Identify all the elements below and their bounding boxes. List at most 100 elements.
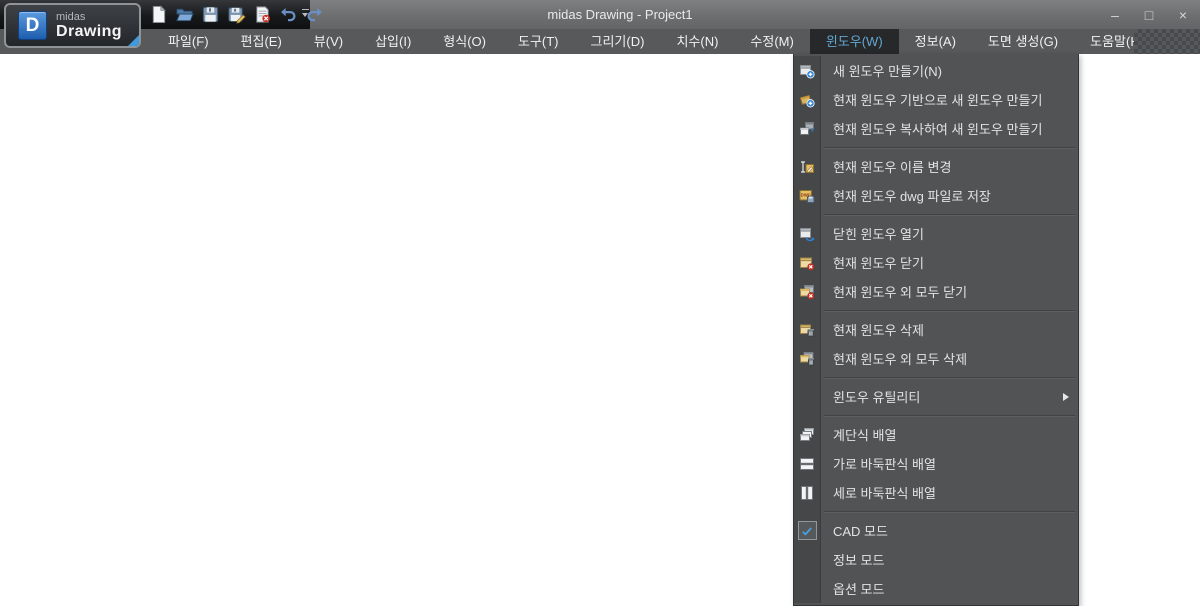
menu-bar-item[interactable]: 삽입(I) <box>359 29 427 54</box>
dropdown-menu-item[interactable]: 닫힌 윈도우 열기 <box>794 219 1078 248</box>
dropdown-item-label: CAD 모드 <box>833 524 888 539</box>
new-window-icon <box>799 63 815 79</box>
app-logo[interactable]: D midas Drawing <box>4 3 141 48</box>
dropdown-menu-item[interactable]: 현재 윈도우 외 모두 삭제 <box>794 344 1078 373</box>
dropdown-menu-item[interactable]: 현재 윈도우 이름 변경 <box>794 152 1078 181</box>
close-button[interactable]: × <box>1174 4 1192 26</box>
dropdown-icon-gutter <box>794 85 821 114</box>
open-folder-icon <box>175 5 194 24</box>
dropdown-icon-gutter <box>794 143 821 152</box>
grip-pattern <box>1134 29 1200 54</box>
new-file-button[interactable] <box>147 3 170 26</box>
dropdown-menu-item[interactable]: 현재 윈도우 닫기 <box>794 248 1078 277</box>
dropdown-menu-item[interactable]: 가로 바둑판식 배열 <box>794 449 1078 478</box>
close-document-button[interactable] <box>251 3 274 26</box>
maximize-button[interactable]: □ <box>1140 4 1158 26</box>
dropdown-item-label: 가로 바둑판식 배열 <box>833 457 936 472</box>
menu-separator <box>794 373 1078 382</box>
menu-separator <box>794 143 1078 152</box>
dropdown-item-label: 옵션 모드 <box>833 582 885 597</box>
dropdown-icon-gutter <box>794 574 821 603</box>
midas-d-logo-icon: D <box>18 11 47 40</box>
dropdown-menu-item[interactable]: CAD 모드 <box>794 516 1078 545</box>
brand-drawing: Drawing <box>56 23 122 40</box>
menu-separator <box>794 210 1078 219</box>
menu-bar-item[interactable]: 도면 생성(G) <box>972 29 1074 54</box>
dropdown-item-label: 닫힌 윈도우 열기 <box>833 227 924 242</box>
dropdown-menu-item[interactable]: 현재 윈도우 외 모두 닫기 <box>794 277 1078 306</box>
menu-bar-item[interactable]: 도구(T) <box>502 29 575 54</box>
dropdown-icon-gutter <box>794 306 821 315</box>
dropdown-menu-item[interactable]: 옵션 모드 <box>794 574 1078 603</box>
dropdown-item-label: 세로 바둑판식 배열 <box>833 486 936 501</box>
open-file-button[interactable] <box>173 3 196 26</box>
dropdown-icon-gutter <box>794 248 821 277</box>
menu-bar-item[interactable]: 편집(E) <box>225 29 298 54</box>
save-dwg-icon: DWG <box>799 188 815 204</box>
menu-separator <box>794 507 1078 516</box>
delete-other-windows-icon <box>799 351 815 367</box>
window-controls: – □ × <box>1106 0 1192 30</box>
dropdown-icon-gutter <box>794 516 821 545</box>
dropdown-icon-gutter <box>794 420 821 449</box>
menu-bar-item[interactable]: 형식(O) <box>427 29 502 54</box>
new-file-icon <box>149 5 168 24</box>
dropdown-item-label: 현재 윈도우 삭제 <box>833 323 924 338</box>
dropdown-item-label: 새 윈도우 만들기(N) <box>833 64 942 79</box>
rename-window-icon <box>799 159 815 175</box>
dropdown-menu-item[interactable]: 계단식 배열 <box>794 420 1078 449</box>
dropdown-icon-gutter <box>794 545 821 574</box>
dropdown-item-label: 현재 윈도우 기반으로 새 윈도우 만들기 <box>833 93 1043 108</box>
dropdown-icon-gutter <box>794 56 821 85</box>
toolbar-overflow-button[interactable] <box>301 9 310 21</box>
dropdown-icon-gutter <box>794 219 821 248</box>
dropdown-menu-item[interactable]: 세로 바둑판식 배열 <box>794 478 1078 507</box>
dropdown-menu-item[interactable]: 현재 윈도우 기반으로 새 윈도우 만들기 <box>794 85 1078 114</box>
dropdown-icon-gutter <box>794 507 821 516</box>
separator-line <box>821 411 1078 420</box>
dropdown-icon-gutter <box>794 449 821 478</box>
menu-bar-item[interactable]: 윈도우(W) <box>809 29 899 54</box>
minimize-button[interactable]: – <box>1106 4 1124 26</box>
dropdown-menu-item[interactable]: 현재 윈도우 삭제 <box>794 315 1078 344</box>
undo-button[interactable] <box>277 3 300 26</box>
save-as-button[interactable] <box>225 3 248 26</box>
close-doc-icon <box>253 5 272 24</box>
save-as-icon <box>227 5 246 24</box>
dropdown-icon-gutter <box>794 382 821 411</box>
dropdown-item-label: 현재 윈도우 닫기 <box>833 256 924 271</box>
copy-window-icon <box>799 121 815 137</box>
dropdown-icon-gutter <box>794 114 821 143</box>
dropdown-item-label: 현재 윈도우 외 모두 닫기 <box>833 285 968 300</box>
dropdown-item-label: 현재 윈도우 이름 변경 <box>833 160 952 175</box>
menu-bar-item[interactable]: 정보(A) <box>899 29 972 54</box>
dropdown-menu-item[interactable]: 윈도우 유틸리티 <box>794 382 1078 411</box>
check-icon <box>797 521 817 540</box>
separator-line <box>821 507 1078 516</box>
dropdown-icon-gutter <box>794 373 821 382</box>
dropdown-item-label: 정보 모드 <box>833 553 885 568</box>
menu-bar-item[interactable]: 그리기(D) <box>575 29 661 54</box>
dropdown-item-label: 현재 윈도우 외 모두 삭제 <box>833 352 968 367</box>
dropdown-icon-gutter <box>794 152 821 181</box>
menu-bar-item[interactable]: 치수(N) <box>660 29 734 54</box>
menu-bar-item[interactable]: 수정(M) <box>734 29 809 54</box>
dropdown-icon-gutter <box>794 210 821 219</box>
undo-icon <box>279 5 298 24</box>
new-window-from-current-icon <box>799 92 815 108</box>
save-icon <box>201 5 220 24</box>
close-window-icon <box>799 255 815 271</box>
brand-text: midas Drawing <box>56 11 122 40</box>
menu-bar-item[interactable]: 파일(F) <box>152 29 225 54</box>
dropdown-menu-item[interactable]: 현재 윈도우 복사하여 새 윈도우 만들기 <box>794 114 1078 143</box>
dropdown-menu-item[interactable]: 정보 모드 <box>794 545 1078 574</box>
dropdown-menu-item[interactable]: DWG 현재 윈도우 dwg 파일로 저장 <box>794 181 1078 210</box>
brand-midas: midas <box>56 11 86 23</box>
menu-bar-item[interactable]: 뷰(V) <box>298 29 359 54</box>
save-button[interactable] <box>199 3 222 26</box>
tile-horizontal-icon <box>799 456 815 472</box>
separator-line <box>821 210 1078 219</box>
dropdown-icon-gutter <box>794 411 821 420</box>
dropdown-item-label: 현재 윈도우 복사하여 새 윈도우 만들기 <box>833 122 1043 137</box>
dropdown-menu-item[interactable]: 새 윈도우 만들기(N) <box>794 56 1078 85</box>
